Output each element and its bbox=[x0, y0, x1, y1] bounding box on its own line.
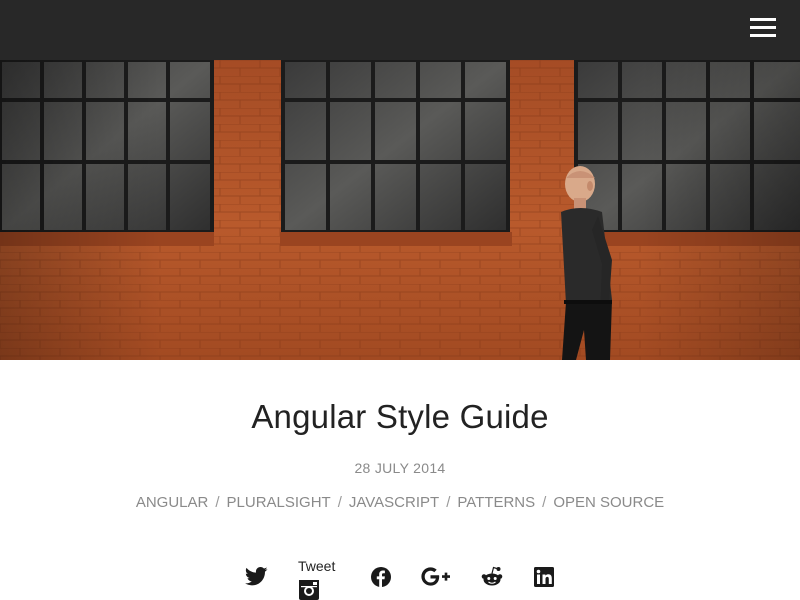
instagram-icon[interactable] bbox=[299, 580, 319, 600]
tag-angular[interactable]: ANGULAR bbox=[136, 494, 209, 511]
facebook-icon[interactable] bbox=[371, 567, 391, 587]
tag-patterns[interactable]: PATTERNS bbox=[457, 494, 535, 511]
top-navigation-bar bbox=[0, 0, 800, 60]
menu-line-top bbox=[750, 18, 776, 21]
tag-separator: / bbox=[542, 494, 547, 511]
tag-pluralsight[interactable]: PLURALSIGHT bbox=[227, 494, 331, 511]
tweet-button[interactable]: Tweet bbox=[298, 558, 335, 574]
tag-open-source[interactable]: OPEN SOURCE bbox=[553, 494, 664, 511]
menu-line-middle bbox=[750, 26, 776, 29]
share-bar: Tweet bbox=[0, 556, 800, 600]
tag-separator: / bbox=[337, 494, 342, 511]
reddit-icon[interactable] bbox=[481, 566, 503, 588]
tag-javascript[interactable]: JAVASCRIPT bbox=[349, 494, 439, 511]
post-date: 28 JULY 2014 bbox=[354, 460, 446, 476]
post-tags: ANGULAR / PLURALSIGHT / JAVASCRIPT / PATTERNS /… bbox=[0, 494, 800, 511]
twitter-icon[interactable] bbox=[245, 567, 268, 586]
menu-line-bottom bbox=[750, 34, 776, 37]
linkedin-icon[interactable] bbox=[534, 567, 554, 587]
hamburger-menu-icon[interactable] bbox=[750, 16, 776, 40]
post-title: Angular Style Guide bbox=[251, 398, 549, 435]
hero-image bbox=[0, 60, 800, 360]
tag-separator: / bbox=[215, 494, 220, 511]
google-plus-icon[interactable] bbox=[421, 567, 451, 587]
tag-separator: / bbox=[446, 494, 451, 511]
hero-photo bbox=[0, 60, 800, 360]
